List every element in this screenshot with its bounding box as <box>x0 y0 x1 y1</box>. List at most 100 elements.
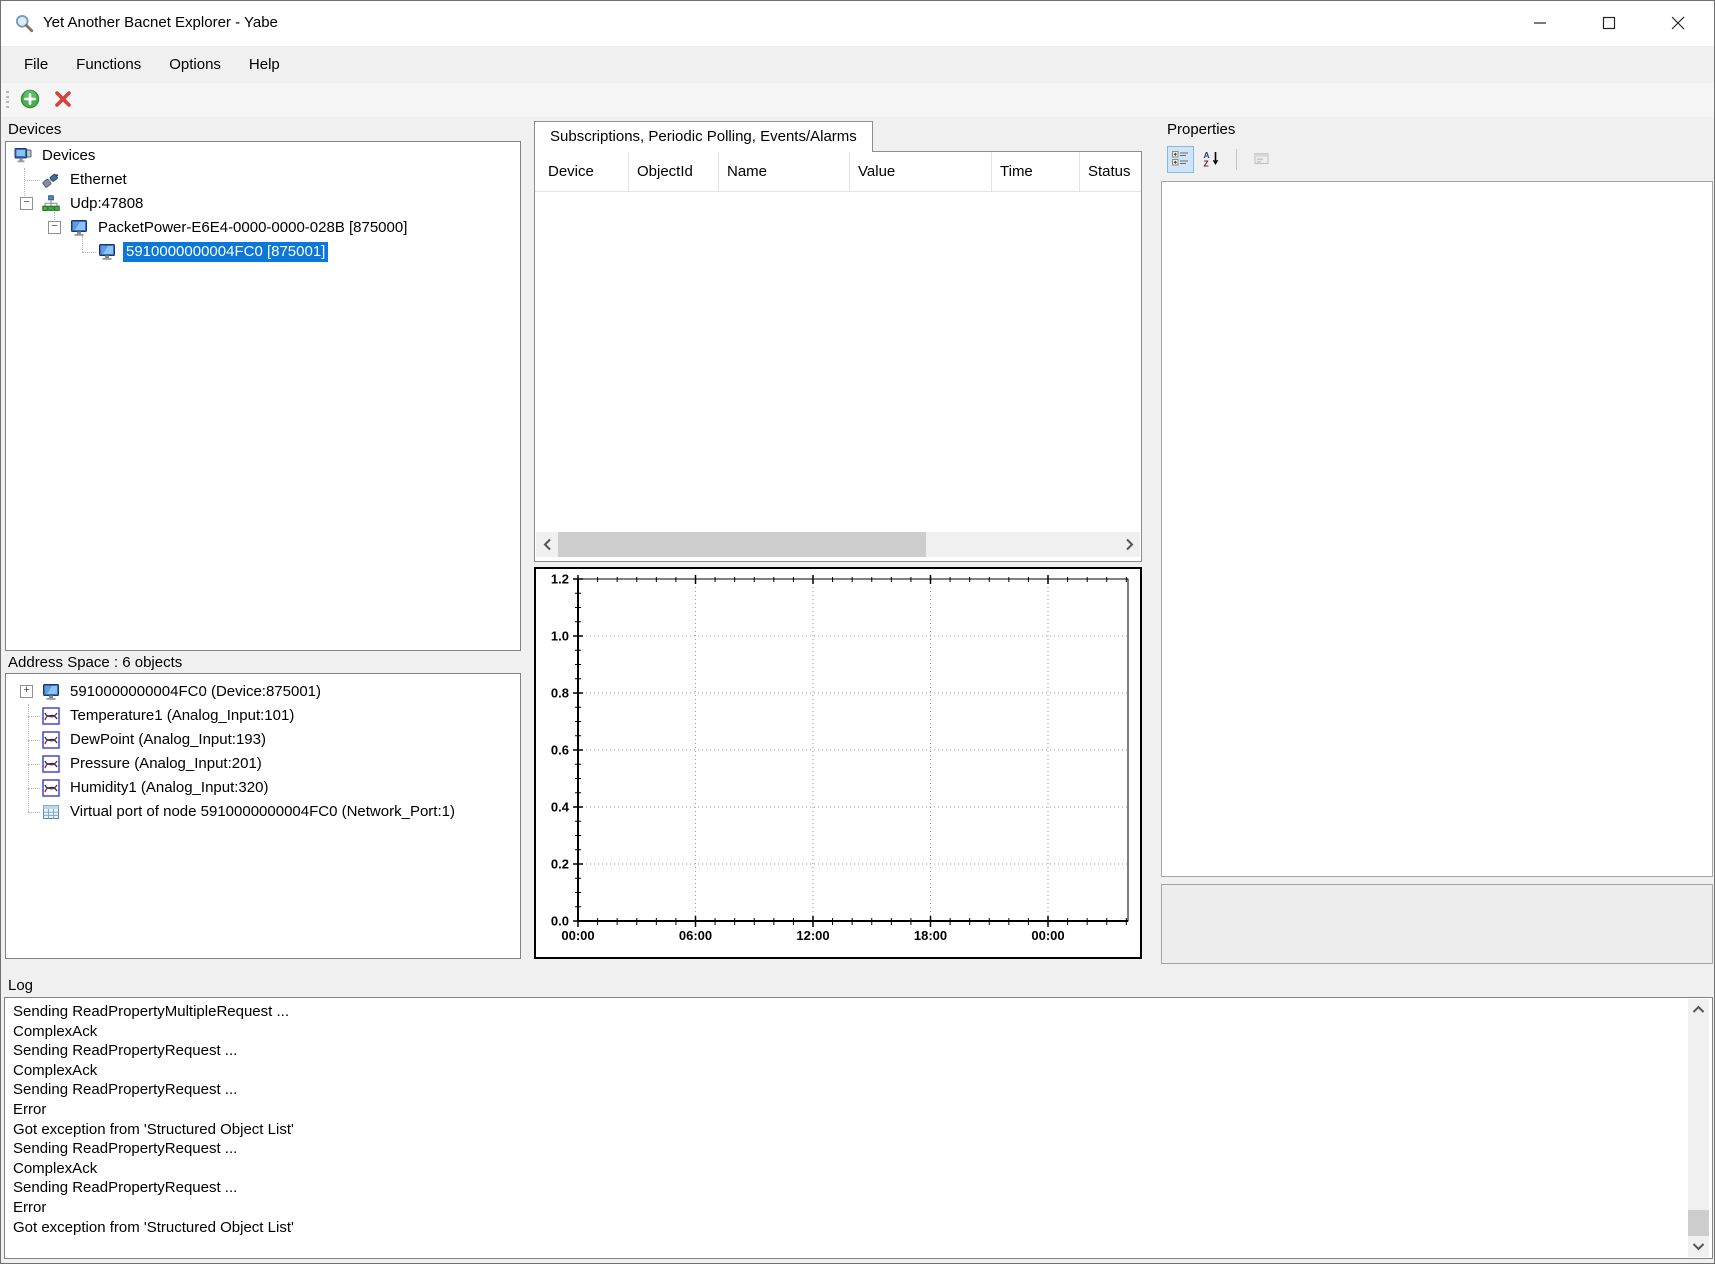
log-line: ComplexAck <box>13 1061 1682 1081</box>
log-line: ComplexAck <box>13 1159 1682 1179</box>
log-line: Sending ReadPropertyRequest ... <box>13 1139 1682 1159</box>
svg-text:0.6: 0.6 <box>551 743 569 758</box>
tree-item[interactable]: Pressure (Analog_Input:201) <box>6 752 520 776</box>
tree-item[interactable]: − PacketPower-E6E4-0000-0000-028B [875000… <box>6 216 520 240</box>
tab-subscriptions[interactable]: Subscriptions, Periodic Polling, Events/… <box>534 121 873 152</box>
green-plus-icon <box>20 97 40 112</box>
toolbar-separator <box>1236 149 1237 170</box>
scroll-left-icon[interactable] <box>536 532 558 557</box>
menu-help[interactable]: Help <box>235 46 294 83</box>
scroll-down-icon[interactable] <box>1688 1236 1709 1257</box>
log-line: Sending ReadPropertyRequest ... <box>13 1178 1682 1198</box>
tree-item-label: PacketPower-E6E4-0000-0000-028B [875000] <box>95 218 410 238</box>
log-line: Sending ReadPropertyMultipleRequest ... <box>13 1002 1682 1022</box>
log-line: Error <box>13 1100 1682 1120</box>
az-sort-icon: AZ <box>1203 155 1220 170</box>
scroll-up-icon[interactable] <box>1688 999 1709 1020</box>
tree-item[interactable]: −Udp:47808 <box>6 192 520 216</box>
remove-device-button[interactable] <box>51 88 75 112</box>
svg-text:12:00: 12:00 <box>796 928 829 943</box>
svg-text:18:00: 18:00 <box>914 928 947 943</box>
menu-file[interactable]: File <box>10 46 62 83</box>
scroll-right-icon[interactable] <box>1118 532 1140 557</box>
tree-item[interactable]: Ethernet <box>6 168 520 192</box>
titlebar: Yet Another Bacnet Explorer - Yabe <box>1 1 1714 46</box>
tree-item[interactable]: 5910000000004FC0 [875001] <box>6 240 520 264</box>
window-title: Yet Another Bacnet Explorer - Yabe <box>43 1 278 45</box>
tree-item[interactable]: DewPoint (Analog_Input:193) <box>6 728 520 752</box>
column-header-name[interactable]: Name <box>719 152 850 192</box>
tree-item[interactable]: Temperature1 (Analog_Input:101) <box>6 704 520 728</box>
trend-chart: 0.00.20.40.60.81.01.200:0006:0012:0018:0… <box>534 567 1142 959</box>
svg-text:00:00: 00:00 <box>561 928 594 943</box>
properties-panel-label: Properties <box>1167 121 1235 139</box>
tree-item-label: Humidity1 (Analog_Input:320) <box>67 778 271 798</box>
tree-item-label: DewPoint (Analog_Input:193) <box>67 730 269 750</box>
tree-item[interactable]: Humidity1 (Analog_Input:320) <box>6 776 520 800</box>
tree-item[interactable]: Devices <box>6 144 520 168</box>
tree-item-label: Ethernet <box>67 170 130 190</box>
devices-tree: DevicesEthernet−Udp:47808−PacketPower-E6… <box>5 141 521 651</box>
device-icon <box>98 243 116 261</box>
device-icon <box>70 219 88 237</box>
close-button[interactable] <box>1647 1 1709 45</box>
menu-functions[interactable]: Functions <box>62 46 155 83</box>
tree-item-label: 5910000000004FC0 (Device:875001) <box>67 682 324 702</box>
app-window: Yet Another Bacnet Explorer - Yabe File … <box>0 0 1715 1264</box>
collapse-icon[interactable]: − <box>20 197 33 210</box>
log-line: Error <box>13 1198 1682 1218</box>
tree-item-label: Virtual port of node 5910000000004FC0 (N… <box>67 802 458 822</box>
column-header-objectid[interactable]: ObjectId <box>629 152 719 192</box>
tree-item[interactable]: Virtual port of node 5910000000004FC0 (N… <box>6 800 520 824</box>
analog-icon <box>42 779 60 797</box>
svg-text:06:00: 06:00 <box>679 928 712 943</box>
toolbar-grip <box>6 91 9 110</box>
property-pages-icon <box>1253 155 1270 170</box>
log-scrollbar[interactable] <box>1688 999 1709 1257</box>
svg-text:1.0: 1.0 <box>551 629 569 644</box>
svg-text:0.8: 0.8 <box>551 686 569 701</box>
analog-icon <box>42 731 60 749</box>
tree-item-label: Temperature1 (Analog_Input:101) <box>67 706 297 726</box>
maximize-button[interactable] <box>1578 1 1640 45</box>
netport-icon <box>42 803 60 821</box>
tree-item[interactable]: +5910000000004FC0 (Device:875001) <box>6 680 520 704</box>
chart-svg: 0.00.20.40.60.81.01.200:0006:0012:0018:0… <box>536 569 1140 957</box>
column-header-value[interactable]: Value <box>850 152 992 192</box>
main-toolbar <box>1 83 1714 117</box>
svg-text:Z: Z <box>1204 158 1209 167</box>
log-line: ComplexAck <box>13 1022 1682 1042</box>
horizontal-scrollbar[interactable] <box>536 532 1140 557</box>
address-space-tree: +5910000000004FC0 (Device:875001)Tempera… <box>5 673 521 959</box>
log-line: Sending ReadPropertyRequest ... <box>13 1080 1682 1100</box>
svg-text:1.2: 1.2 <box>551 572 569 587</box>
properties-grid[interactable] <box>1161 181 1713 877</box>
svg-text:0.4: 0.4 <box>551 800 570 815</box>
svg-text:0.2: 0.2 <box>551 857 569 872</box>
ethernet-icon <box>42 171 60 189</box>
log-panel-label: Log <box>8 977 33 995</box>
categorized-button[interactable] <box>1167 146 1194 173</box>
magnifier-icon <box>14 13 34 33</box>
minimize-button[interactable] <box>1509 1 1571 45</box>
log-line: Got exception from 'Structured Object Li… <box>13 1218 1682 1238</box>
properties-description <box>1161 884 1713 964</box>
address-space-label: Address Space : 6 objects <box>8 654 182 672</box>
column-header-status[interactable]: Status <box>1080 152 1141 192</box>
log-lines: Sending ReadPropertyMultipleRequest ...C… <box>13 1002 1682 1237</box>
tree-item-label: Pressure (Analog_Input:201) <box>67 754 265 774</box>
alphabetical-sort-button[interactable]: AZ <box>1198 146 1225 173</box>
column-header-device[interactable]: Device <box>535 152 629 192</box>
property-pages-button <box>1248 146 1275 173</box>
collapse-icon[interactable]: − <box>48 221 61 234</box>
tab-label: Subscriptions, Periodic Polling, Events/… <box>550 128 857 145</box>
column-header-time[interactable]: Time <box>992 152 1080 192</box>
menubar: File Functions Options Help <box>1 46 1714 83</box>
devices-icon <box>14 147 32 165</box>
menu-options[interactable]: Options <box>155 46 235 83</box>
svg-text:00:00: 00:00 <box>1031 928 1064 943</box>
add-device-button[interactable] <box>18 88 42 112</box>
expand-icon[interactable]: + <box>20 685 33 698</box>
scrollbar-thumb[interactable] <box>558 532 926 557</box>
scrollbar-thumb[interactable] <box>1688 1210 1709 1236</box>
